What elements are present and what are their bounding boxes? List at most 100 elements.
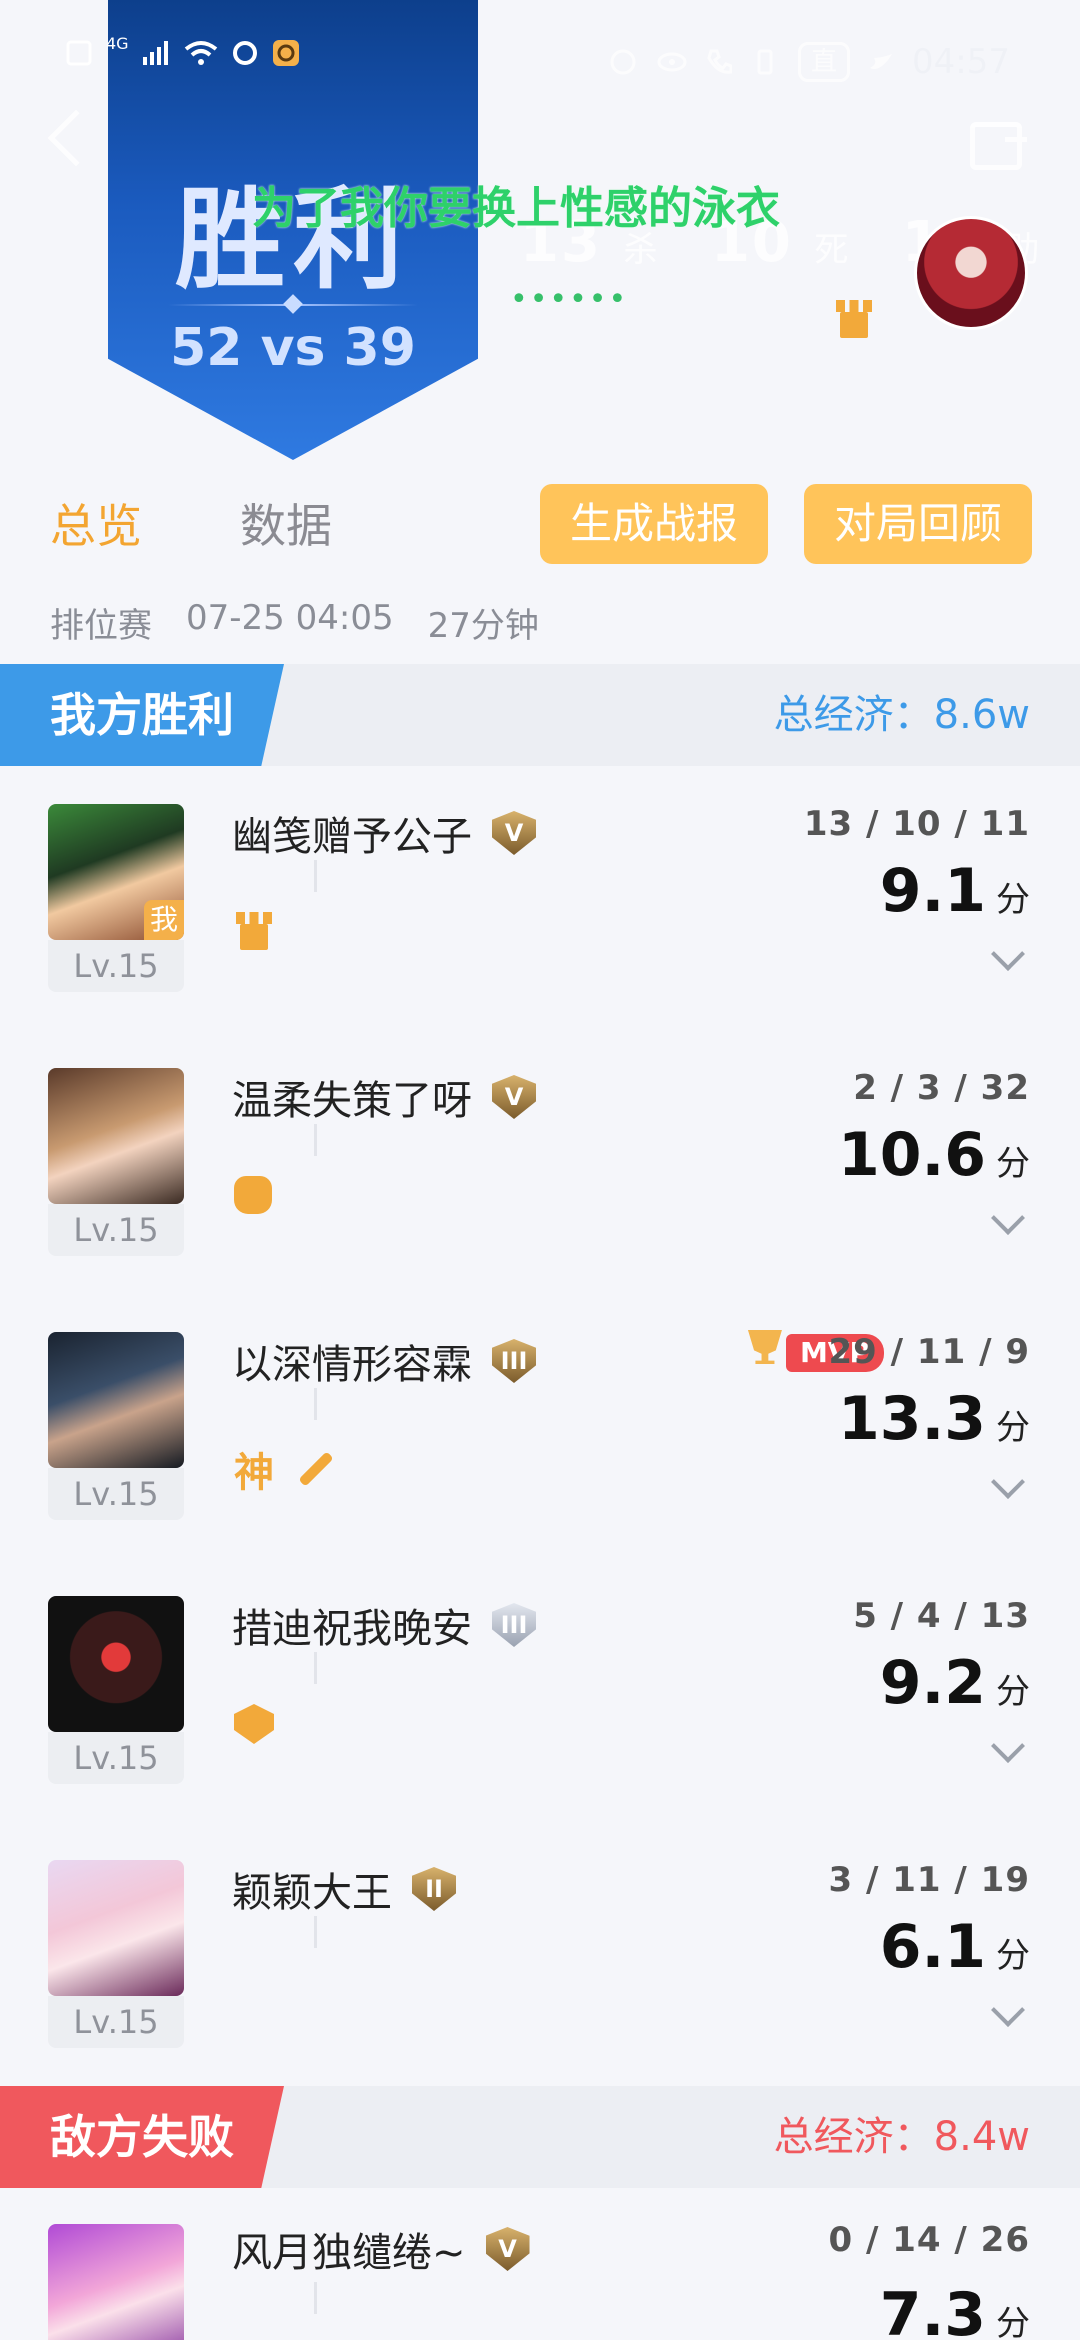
phone-icon [707,49,732,74]
team-lose-economy: 总经济：8.4w [773,2114,1030,2160]
vibrate-icon [757,49,773,75]
player-name-text: 温柔失策了呀 [232,1078,472,1124]
match-mode: 排位赛 [50,606,152,646]
team-lose-header: 敌方失败 总经济：8.4w [0,2086,1080,2188]
god-icon: 神 [234,1450,274,1496]
tab-bar: 总览 数据 生成战报 对局回顾 [0,480,1080,570]
rank-icon: II [412,1867,456,1911]
avatar[interactable] [914,216,1028,330]
status-left-icons: 4G [66,34,301,68]
divider-line [314,1388,317,1420]
player-name: 风月独缱绻~ V [232,2220,530,2278]
player-row[interactable]: Lv.15 以深情形容霖 III 神 MVP 29 / 11 / 9 13.3 分 [0,1294,1080,1558]
wifi-icon [184,41,217,65]
player-score: 9.1 分 [879,856,1030,926]
app-icon [272,40,299,66]
match-detail-screen: 4G 直 04:57 胜利 52 vs 39 13 杀 10 死 为了我你要换上… [0,0,1080,2340]
player-name: 幽笺赠予公子 V [232,804,536,862]
chevron-down-icon[interactable] [991,1993,1025,2027]
player-name: 以深情形容霖 III [232,1332,536,1390]
player-name-text: 措迪祝我晚安 [232,1606,472,1652]
chevron-down-icon[interactable] [991,1201,1025,1235]
generate-report-button[interactable]: 生成战报 [540,484,768,564]
overlay-dots: •••••• [510,282,629,317]
player-badges: 神 [234,1440,336,1498]
alarm-icon [610,49,636,75]
divider-line [314,1124,317,1156]
tab-data[interactable]: 数据 [240,490,332,556]
player-level: Lv.15 [48,1732,184,1784]
player-row[interactable]: 风月独缱绻~ V 0 / 14 / 26 7.3 分 [0,2188,1080,2340]
rank-icon: V [485,2227,530,2271]
player-name-text: 以深情形容霖 [232,1342,472,1388]
player-kda: 29 / 11 / 9 [828,1332,1030,1372]
deaths-unit: 死 [814,230,851,270]
player-score: 7.3 分 [879,2280,1030,2340]
team-lose-label: 敌方失败 [0,2086,284,2188]
hero-avatar[interactable] [48,2224,184,2340]
team-win-label: 我方胜利 [0,664,284,766]
team-win-header: 我方胜利 总经济：8.6w [0,664,1080,766]
chevron-down-icon[interactable] [991,1465,1025,1499]
player-row[interactable]: Lv.15 温柔失策了呀 V 2 / 3 / 32 10.6 分 [0,1030,1080,1294]
player-kda: 13 / 10 / 11 [803,804,1030,844]
player-kda: 5 / 4 / 13 [853,1596,1030,1636]
team-win-economy: 总经济：8.6w [773,692,1030,738]
tab-overview[interactable]: 总览 [50,490,142,556]
player-score: 13.3 分 [837,1384,1030,1454]
player-kda: 2 / 3 / 32 [853,1068,1030,1108]
match-datetime: 07-25 04:05 [186,598,394,638]
match-duration: 27分钟 [427,606,539,646]
player-name-text: 风月独缱绻~ [232,2230,466,2276]
rank-icon: V [492,811,536,855]
bird-icon [870,54,893,69]
signal-4g-icon: 4G [106,33,129,53]
player-badges [234,912,274,950]
player-level: Lv.15 [48,1468,184,1520]
player-row[interactable]: 我 Lv.15 幽笺赠予公子 V 13 / 10 / 11 9.1 分 [0,766,1080,1030]
divider-line [314,1652,317,1684]
match-meta: 排位赛 07-25 04:05 27分钟 [50,598,539,647]
fist-icon [234,1176,272,1214]
player-kda: 0 / 14 / 26 [828,2220,1030,2260]
castle-icon [834,300,874,338]
player-kda: 3 / 11 / 19 [828,1860,1030,1900]
player-name-text: 颖颖大王 [232,1870,392,1916]
status-bar: 4G 直 04:57 [0,0,1080,120]
overlay-caption: 为了我你要换上性感的泳衣 [252,183,780,234]
player-score: 6.1 分 [879,1912,1030,1982]
player-row[interactable]: Lv.15 措迪祝我晚安 III 5 / 4 / 13 9.2 分 [0,1558,1080,1822]
chevron-down-icon[interactable] [991,937,1025,971]
signal-icon [142,41,168,65]
divider-line [314,1916,317,1948]
chevron-down-icon[interactable] [991,1729,1025,1763]
player-badges [234,1176,272,1214]
match-review-button[interactable]: 对局回顾 [804,484,1032,564]
castle-icon [234,912,274,950]
hero-avatar[interactable] [48,1332,184,1468]
sword-icon [298,1451,334,1487]
player-name-text: 幽笺赠予公子 [232,814,472,860]
team-score: 52 vs 39 [170,318,416,378]
clock: 04:57 [912,42,1010,82]
shield-icon [234,1704,274,1744]
sim-icon [66,40,92,66]
player-level: Lv.15 [48,940,184,992]
player-level: Lv.15 [48,1996,184,2048]
data-icon [232,41,257,65]
player-row[interactable]: Lv.15 颖颖大王 II 3 / 11 / 19 6.1 分 [0,1822,1080,2086]
eye-icon [657,52,687,72]
status-right-icons: 直 04:57 [608,42,1010,82]
player-name: 颖颖大王 II [232,1860,456,1918]
divider-line [314,2282,317,2314]
status-badge: 直 [798,42,851,82]
hero-avatar[interactable] [48,1596,184,1732]
hero-avatar[interactable]: 我 [48,804,184,940]
player-score: 10.6 分 [837,1120,1030,1190]
kills-unit: 杀 [623,230,660,270]
hero-avatar[interactable] [48,1860,184,1996]
share-icon[interactable] [970,122,1027,170]
rank-icon: III [492,1339,536,1383]
player-badges [234,1704,274,1744]
hero-avatar[interactable] [48,1068,184,1204]
